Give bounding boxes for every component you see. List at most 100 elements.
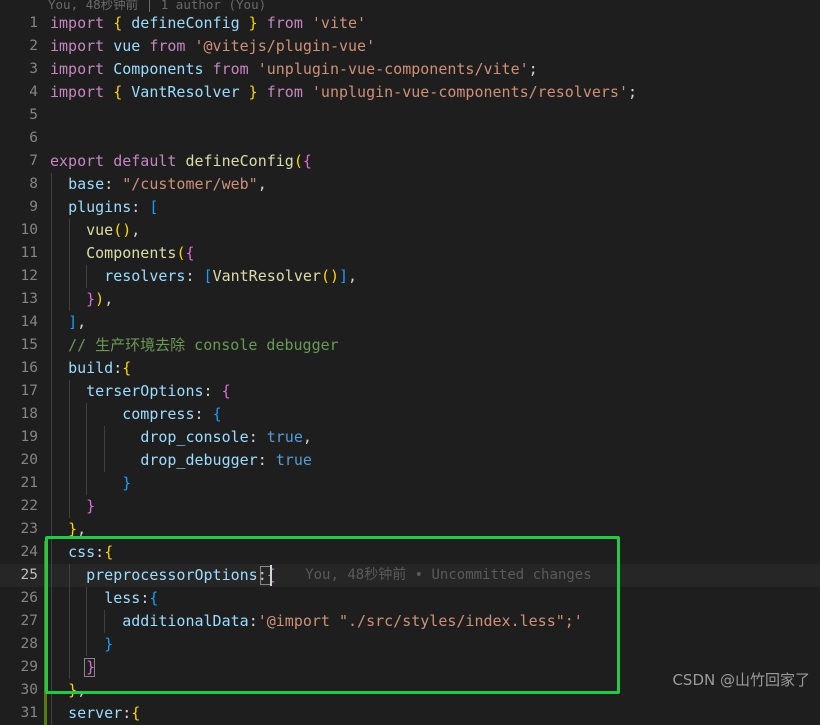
code-line-row[interactable]: 17 terserOptions: {	[0, 380, 820, 403]
code-line-row[interactable]: 12 resolvers: [VantResolver()],	[0, 265, 820, 288]
code-line-row[interactable]: 1 import { defineConfig } from 'vite'	[0, 12, 820, 35]
line-number: 4	[29, 84, 38, 100]
code-token: :	[140, 589, 150, 607]
code-text[interactable]: },	[50, 679, 86, 702]
code-line-row[interactable]: 13 }),	[0, 288, 820, 311]
code-text[interactable]: // 生产环境去除 console debugger	[50, 334, 339, 357]
line-number: 26	[20, 590, 38, 606]
code-editor[interactable]: You, 48秒钟前 | 1 author (You) 1 import { de…	[0, 0, 820, 725]
code-line-row[interactable]: 28 }	[0, 633, 820, 656]
code-line-row[interactable]: 10 vue(),	[0, 219, 820, 242]
code-token: from	[257, 83, 312, 101]
code-token: }	[104, 635, 114, 653]
code-text[interactable]: drop_debugger: true	[50, 449, 312, 472]
code-text[interactable]: less:{	[50, 587, 158, 610]
code-text[interactable]: ],	[50, 311, 86, 334]
line-number: 11	[20, 245, 38, 261]
code-token: (	[293, 152, 303, 170]
code-text[interactable]: server:{	[50, 702, 140, 725]
code-line-row[interactable]: 24 css:{	[0, 541, 820, 564]
code-text[interactable]: additionalData:'@import "./src/styles/in…	[50, 610, 583, 633]
code-text[interactable]: css:{	[50, 541, 113, 564]
line-number: 21	[20, 475, 38, 491]
code-line-row[interactable]: 21 }	[0, 472, 820, 495]
code-line-row[interactable]: 8 base: "/customer/web",	[0, 173, 820, 196]
git-change-gutter-marker	[44, 679, 47, 702]
code-line-row[interactable]: 7 export default defineConfig({	[0, 150, 820, 173]
code-line-row[interactable]: 15 // 生产环境去除 console debugger	[0, 334, 820, 357]
code-line-row[interactable]: 19 drop_console: true,	[0, 426, 820, 449]
code-line-row[interactable]: 18 compress: {	[0, 403, 820, 426]
code-token: }	[86, 658, 96, 676]
line-number: 7	[29, 153, 38, 169]
code-line-row[interactable]: 22 }	[0, 495, 820, 518]
line-number: 15	[20, 337, 38, 353]
code-token: :	[194, 405, 213, 423]
code-line-row[interactable]: 14 ],	[0, 311, 820, 334]
code-token: ]	[68, 313, 78, 331]
code-line-row[interactable]: 27 additionalData:'@import "./src/styles…	[0, 610, 820, 633]
code-text[interactable]: import { VantResolver } from 'unplugin-v…	[50, 81, 637, 104]
line-number: 20	[20, 452, 38, 468]
code-line-row[interactable]: 16 build:{	[0, 357, 820, 380]
code-token: ,	[77, 313, 87, 331]
code-line-row[interactable]: 31 server:{	[0, 702, 820, 725]
code-line-row[interactable]: 20 drop_debugger: true	[0, 449, 820, 472]
line-number: 22	[20, 498, 38, 514]
code-text[interactable]: }	[50, 656, 95, 679]
git-change-gutter-marker	[44, 610, 47, 633]
code-text[interactable]: build:{	[50, 357, 131, 380]
code-text[interactable]: import Components from 'unplugin-vue-com…	[50, 58, 538, 81]
code-text[interactable]: terserOptions: {	[50, 380, 231, 403]
code-text[interactable]: }	[50, 495, 95, 518]
code-text[interactable]: },	[50, 518, 86, 541]
code-text[interactable]: preprocessorOptions:{	[50, 564, 276, 587]
code-line-row[interactable]: 26 less:{	[0, 587, 820, 610]
code-token: 'unplugin-vue-components/resolvers'	[311, 83, 628, 101]
code-line-row[interactable]: 11 Components({	[0, 242, 820, 265]
code-text[interactable]: export default defineConfig({	[50, 150, 312, 173]
code-line-row[interactable]: 9 plugins: [	[0, 196, 820, 219]
code-token: export	[50, 152, 114, 170]
code-text[interactable]: vue(),	[50, 219, 140, 242]
code-text[interactable]: resolvers: [VantResolver()],	[50, 265, 357, 288]
code-token: 'vite'	[311, 14, 367, 32]
code-line-row[interactable]: 25 preprocessorOptions:{You, 48秒钟前 • Unc…	[0, 564, 820, 587]
code-token: css	[68, 543, 96, 561]
code-line-row[interactable]: 6	[0, 127, 820, 150]
code-line-row[interactable]: 5	[0, 104, 820, 127]
code-token: true	[266, 428, 303, 446]
code-token: true	[275, 451, 312, 469]
code-token: }	[86, 290, 96, 308]
code-line-row[interactable]: 3 import Components from 'unplugin-vue-co…	[0, 58, 820, 81]
code-token: from	[203, 60, 258, 78]
code-text[interactable]: base: "/customer/web",	[50, 173, 267, 196]
code-text[interactable]: drop_console: true,	[50, 426, 312, 449]
code-line-row[interactable]: 2 import vue from '@vitejs/plugin-vue'	[0, 35, 820, 58]
code-text[interactable]: }	[50, 633, 113, 656]
code-text[interactable]: plugins: [	[50, 196, 158, 219]
code-token: }	[68, 681, 78, 699]
code-token: VantResolver	[131, 83, 240, 101]
code-lines-container[interactable]: 1 import { defineConfig } from 'vite' 2 imp…	[0, 12, 820, 725]
code-line-row[interactable]: 23 },	[0, 518, 820, 541]
code-line-row[interactable]: 4 import { VantResolver } from 'unplugin-…	[0, 81, 820, 104]
code-text[interactable]: import { defineConfig } from 'vite'	[50, 12, 366, 35]
code-text[interactable]: import vue from '@vitejs/plugin-vue'	[50, 35, 375, 58]
line-number: 12	[20, 268, 38, 284]
code-text[interactable]: }),	[50, 288, 113, 311]
code-text[interactable]: Components({	[50, 242, 194, 265]
code-text[interactable]: compress: {	[50, 403, 221, 426]
code-token: ]	[339, 267, 349, 285]
code-token: {	[131, 704, 141, 722]
code-token: ,	[104, 290, 114, 308]
code-token: import	[50, 83, 114, 101]
code-text[interactable]: }	[50, 472, 131, 495]
line-number: 28	[20, 636, 38, 652]
